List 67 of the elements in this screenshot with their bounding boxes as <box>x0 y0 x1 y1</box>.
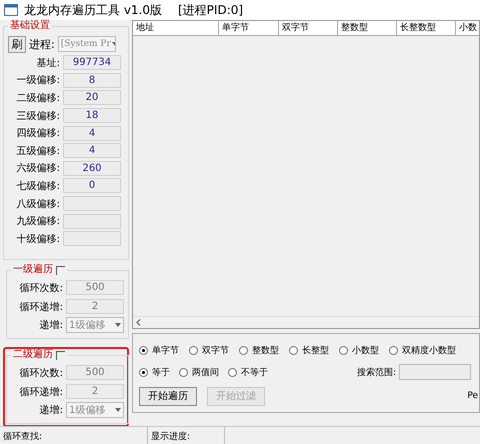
column-header[interactable]: 整数型 <box>338 21 397 36</box>
column-header[interactable]: 小数 <box>456 21 479 36</box>
app-icon <box>4 4 18 16</box>
value-field[interactable]: 18 <box>63 108 121 124</box>
dropdown-caret-icon <box>114 322 122 328</box>
column-header[interactable]: 长整数型 <box>397 21 456 36</box>
search-range-label: 搜索范围: <box>357 366 396 378</box>
field-label: 基址: <box>36 56 60 70</box>
status-text: 显示进度: <box>148 427 225 444</box>
field-label: 循环次数: <box>18 366 63 380</box>
field-label: 七级偏移: <box>16 180 60 193</box>
field-label: 循环递增: <box>18 300 63 314</box>
value-field[interactable]: 500 <box>66 365 124 380</box>
value-field[interactable]: 500 <box>66 280 124 295</box>
field-label: 八级偏移: <box>16 198 60 211</box>
value-field[interactable]: 20 <box>63 90 121 106</box>
value-field[interactable]: 4 <box>63 143 121 158</box>
field-label: 三级偏移: <box>16 110 60 123</box>
field-label: 二级偏移: <box>16 92 60 105</box>
field-label: 五级偏移: <box>16 144 60 158</box>
value-field[interactable]: 2 <box>66 299 124 314</box>
search-range-field[interactable] <box>399 364 472 380</box>
column-header[interactable]: 双字节 <box>279 21 338 36</box>
pid-label: [进程PID:0] <box>178 2 244 18</box>
compare-radio[interactable]: 不等于 <box>228 366 268 378</box>
compare-radio[interactable]: 等于 <box>139 366 170 378</box>
value-field[interactable]: 8 <box>63 72 121 88</box>
type-radio[interactable]: 小数型 <box>339 344 379 356</box>
field-label: 十级偏移: <box>16 232 60 246</box>
cut-text: Pe <box>467 391 478 401</box>
value-field[interactable]: 4 <box>63 126 121 141</box>
field-label: 递增: <box>38 318 63 332</box>
value-field[interactable]: 2 <box>66 384 124 399</box>
field-label: 递增: <box>38 404 63 417</box>
field-label: 循环次数: <box>18 282 63 294</box>
column-header[interactable]: 单字节 <box>219 21 279 36</box>
horizontal-scrollbar[interactable] <box>133 316 479 328</box>
value-field[interactable] <box>63 214 121 229</box>
checkbox[interactable] <box>56 350 65 360</box>
type-radio[interactable]: 整数型 <box>239 344 279 356</box>
column-header[interactable]: 地址 <box>133 21 219 36</box>
compare-radio[interactable]: 两值间 <box>179 366 219 378</box>
group-title: 一级遍历 <box>13 264 53 276</box>
type-radio[interactable]: 长整型 <box>289 344 329 356</box>
checkbox[interactable] <box>56 266 65 274</box>
field-label: 循环递增: <box>18 386 63 398</box>
field-label: 九级偏移: <box>16 214 60 228</box>
status-text: 循环查找: <box>0 427 148 444</box>
process-label: 进程: <box>29 36 55 52</box>
value-field[interactable] <box>63 231 121 246</box>
field-label: 一级偏移: <box>16 74 60 88</box>
value-field[interactable]: 260 <box>63 160 121 176</box>
type-radio[interactable]: 双精度小数型 <box>389 344 456 356</box>
type-radio[interactable]: 单字节 <box>139 344 179 356</box>
start-button[interactable]: 开始遍历 <box>139 386 197 406</box>
group-title: 二级遍历 <box>13 349 53 361</box>
refresh-button[interactable]: 刷 <box>8 36 26 52</box>
dropdown-caret-icon <box>114 407 122 413</box>
value-field[interactable] <box>63 196 121 212</box>
value-field[interactable]: 997734 <box>63 55 121 70</box>
group-title: 基础设置 <box>9 20 51 32</box>
type-radio[interactable]: 双字节 <box>189 344 229 356</box>
scroll-left-icon <box>136 319 141 326</box>
value-field[interactable]: 0 <box>63 178 121 194</box>
window-title: 龙龙内存遍历工具 v1.0版 <box>24 2 162 18</box>
field-label: 四级偏移: <box>16 127 60 140</box>
field-label: 六级偏移: <box>16 162 60 176</box>
